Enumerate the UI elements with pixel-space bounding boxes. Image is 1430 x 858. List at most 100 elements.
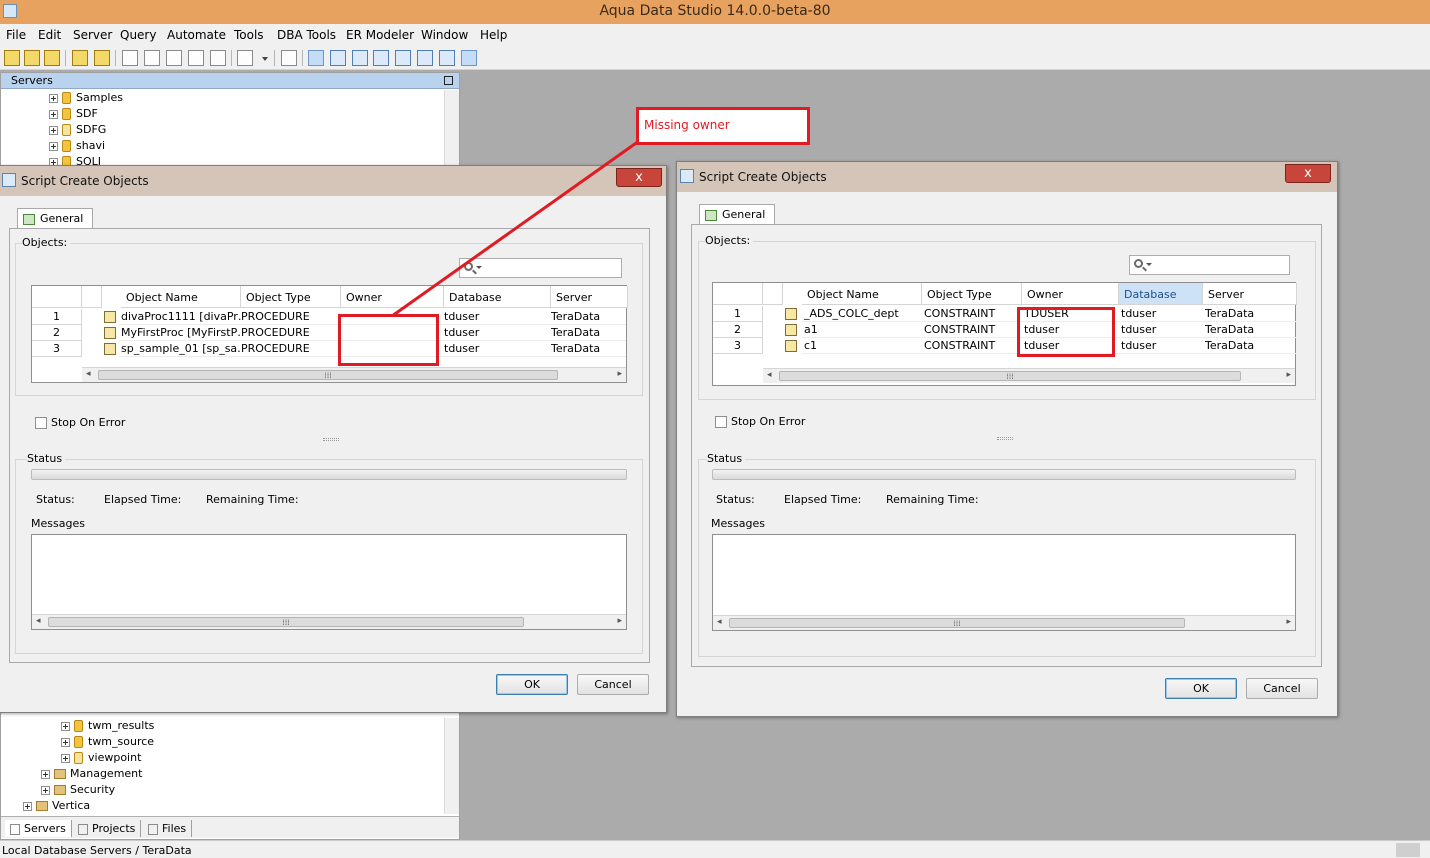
expand-icon[interactable] (49, 93, 58, 103)
tab-general[interactable]: General (699, 204, 775, 225)
new-server-icon[interactable] (4, 50, 20, 66)
column-header-row-number[interactable] (713, 283, 763, 305)
column-header-row-number[interactable] (32, 286, 82, 308)
column-header-server[interactable]: Server (551, 286, 628, 308)
stop-on-error-checkbox[interactable] (35, 417, 47, 429)
row-number[interactable]: 2 (32, 325, 82, 341)
stop-on-error-label[interactable]: Stop On Error (731, 415, 805, 428)
execute-icon[interactable] (210, 50, 226, 66)
cell-object-name[interactable]: a1 (802, 322, 922, 338)
expand-icon[interactable] (49, 109, 58, 119)
cancel-button[interactable]: Cancel (577, 674, 649, 695)
disconnect-icon[interactable] (94, 50, 110, 66)
messages-h-scrollbar[interactable]: ◂ ⁞⁞⁞ ▸ (713, 615, 1295, 630)
menu-edit[interactable]: Edit (38, 28, 61, 42)
scroll-left-icon[interactable]: ◂ (86, 369, 91, 379)
menu-dba-tools[interactable]: DBA Tools (277, 28, 336, 42)
column-header-object-type[interactable]: Object Type (241, 286, 341, 308)
cell-object-type[interactable]: PROCEDURE (239, 309, 339, 325)
column-header-owner[interactable]: Owner (341, 286, 444, 308)
cell-object-name[interactable]: sp_sample_01 [sp_sa… (119, 341, 241, 357)
tree-item-management[interactable]: Management (41, 766, 142, 782)
cell-object-name[interactable]: MyFirstProc [MyFirstP… (119, 325, 241, 341)
expand-icon[interactable] (23, 801, 32, 811)
table-h-scrollbar[interactable]: ◂ ⁞⁞⁞ ▸ (82, 367, 626, 382)
cell-server[interactable]: TeraData (549, 341, 626, 357)
cell-database[interactable]: tduser (1119, 306, 1203, 322)
scroll-right-icon[interactable]: ▸ (617, 616, 622, 626)
layout-detail-icon[interactable] (439, 50, 455, 66)
tab-general[interactable]: General (17, 208, 93, 229)
scroll-left-icon[interactable]: ◂ (36, 616, 41, 626)
column-header-database[interactable]: Database (444, 286, 551, 308)
tree-item-twm-results[interactable]: twm_results (61, 718, 154, 734)
delete-server-icon[interactable] (24, 50, 40, 66)
dropdown-arrow-icon[interactable] (262, 57, 268, 61)
layout-list-icon[interactable] (417, 50, 433, 66)
row-number[interactable]: 1 (32, 309, 82, 325)
history-icon[interactable] (237, 50, 253, 66)
scroll-right-icon[interactable]: ▸ (617, 369, 622, 379)
resize-grip[interactable] (1396, 843, 1420, 857)
expand-icon[interactable] (61, 737, 70, 747)
column-header-server[interactable]: Server (1203, 283, 1297, 305)
tree-item-security[interactable]: Security (41, 782, 115, 798)
query-window-icon[interactable] (122, 50, 138, 66)
table-h-scrollbar[interactable]: ◂ ⁞⁞⁞ ▸ (763, 368, 1295, 383)
cell-database[interactable]: tduser (1119, 338, 1203, 354)
menu-automate[interactable]: Automate (167, 28, 226, 42)
tree-item-samples[interactable]: Samples (49, 90, 123, 106)
menu-tools[interactable]: Tools (234, 28, 264, 42)
tree-item-sdf[interactable]: SDF (49, 106, 98, 122)
expand-icon[interactable] (49, 141, 58, 151)
cell-server[interactable]: TeraData (549, 325, 626, 341)
menu-file[interactable]: File (6, 28, 26, 42)
scroll-thumb[interactable]: ⁞⁞⁞ (48, 617, 524, 627)
cell-object-type[interactable]: CONSTRAINT (922, 322, 1022, 338)
cell-object-name[interactable]: c1 (802, 338, 922, 354)
query-analyzer-icon[interactable] (144, 50, 160, 66)
menu-help[interactable]: Help (480, 28, 507, 42)
restore-icon[interactable] (444, 76, 453, 85)
cell-server[interactable]: TeraData (1203, 338, 1297, 354)
column-header-owner[interactable]: Owner (1022, 283, 1119, 305)
tree-scrollbar-bottom[interactable] (444, 718, 459, 814)
stop-on-error-checkbox[interactable] (715, 416, 727, 428)
layout-chart-icon[interactable] (461, 50, 477, 66)
expand-icon[interactable] (41, 769, 50, 779)
row-number[interactable]: 2 (713, 322, 763, 338)
cell-server[interactable]: TeraData (1203, 322, 1297, 338)
messages-h-scrollbar[interactable]: ◂ ⁞⁞⁞ ▸ (32, 614, 626, 629)
column-header-object-name[interactable]: Object Name (802, 283, 922, 305)
scroll-right-icon[interactable]: ▸ (1286, 617, 1291, 627)
scroll-left-icon[interactable]: ◂ (717, 617, 722, 627)
scroll-thumb[interactable]: ⁞⁞⁞ (729, 618, 1185, 628)
scroll-thumb[interactable]: ⁞⁞⁞ (98, 370, 558, 380)
table-data-editor-icon[interactable] (166, 50, 182, 66)
splitter-handle[interactable] (323, 438, 339, 441)
stop-on-error-label[interactable]: Stop On Error (51, 416, 125, 429)
scroll-thumb[interactable]: ⁞⁞⁞ (779, 371, 1241, 381)
close-button[interactable]: x (616, 168, 662, 187)
messages-area[interactable]: ◂ ⁞⁞⁞ ▸ (712, 534, 1296, 631)
row-number[interactable]: 3 (713, 338, 763, 354)
column-header-object-name[interactable]: Object Name (121, 286, 241, 308)
tab-files[interactable]: Files (143, 820, 193, 837)
tree-item-shavi[interactable]: shavi (49, 138, 105, 154)
cell-database[interactable]: tduser (1119, 322, 1203, 338)
menu-query[interactable]: Query (120, 28, 156, 42)
ok-button[interactable]: OK (1165, 678, 1237, 699)
expand-icon[interactable] (41, 785, 50, 795)
tree-item-sdfg[interactable]: SDFG (49, 122, 106, 138)
cell-object-name[interactable]: divaProc1111 [divaPr… (119, 309, 241, 325)
menu-window[interactable]: Window (421, 28, 468, 42)
cell-server[interactable]: TeraData (1203, 306, 1297, 322)
layout-tiles-icon[interactable] (395, 50, 411, 66)
menu-er-modeler[interactable]: ER Modeler (346, 28, 414, 42)
close-button[interactable]: x (1285, 164, 1331, 183)
expand-icon[interactable] (49, 125, 58, 135)
expand-icon[interactable] (61, 753, 70, 763)
scroll-right-icon[interactable]: ▸ (1286, 370, 1291, 380)
cell-object-type[interactable]: PROCEDURE (239, 325, 339, 341)
tree-item-viewpoint[interactable]: viewpoint (61, 750, 141, 766)
